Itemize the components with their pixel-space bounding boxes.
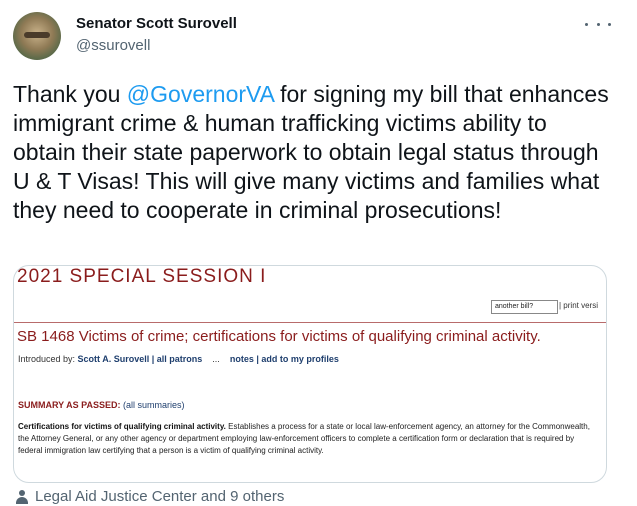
mention-link[interactable]: @GovernorVA	[127, 81, 274, 107]
avatar[interactable]	[13, 12, 61, 60]
author-name[interactable]: Senator Scott Surovell	[76, 15, 237, 32]
summary-body: Certifications for victims of qualifying…	[18, 421, 598, 457]
all-patrons-link: | all patrons	[151, 354, 203, 364]
author-handle[interactable]: @ssurovell	[76, 37, 150, 54]
tagged-users-label: Legal Aid Justice Center and 9 others	[35, 488, 285, 505]
avatar-glasses	[24, 32, 50, 38]
summary-bold: Certifications for victims of qualifying…	[18, 422, 226, 431]
introduced-by-line: Introduced by: Scott A. Surovell | all p…	[18, 354, 339, 364]
bill-title: SB 1468 Victims of crime; certifications…	[17, 328, 541, 345]
introducer-link: Scott A. Surovell	[77, 354, 150, 364]
all-summaries-link: (all summaries)	[123, 400, 185, 410]
summary-label: SUMMARY AS PASSED: (all summaries)	[18, 400, 185, 410]
more-dots-icon[interactable]	[585, 14, 611, 34]
summary-heading: SUMMARY AS PASSED:	[18, 400, 124, 410]
add-to-profiles-link: | add to my profiles	[256, 354, 339, 364]
dot	[608, 22, 611, 26]
notes-link: notes	[229, 354, 254, 364]
dot	[585, 22, 588, 26]
print-version-link: | print versi	[559, 301, 598, 310]
attached-image[interactable]: 2021 SPECIAL SESSION I another bill? | p…	[13, 265, 607, 483]
divider	[14, 322, 606, 323]
person-icon	[16, 489, 28, 504]
tweet-text: Thank you @GovernorVA for signing my bil…	[13, 80, 613, 225]
tweet-text-start: Thank you	[13, 81, 127, 107]
session-title: 2021 SPECIAL SESSION I	[17, 266, 267, 287]
tagged-users[interactable]: Legal Aid Justice Center and 9 others	[16, 488, 284, 505]
bill-search-input: another bill?	[491, 300, 558, 314]
dot	[596, 22, 600, 26]
introduced-by-label: Introduced by:	[18, 354, 78, 364]
ellipsis: ...	[212, 354, 220, 364]
